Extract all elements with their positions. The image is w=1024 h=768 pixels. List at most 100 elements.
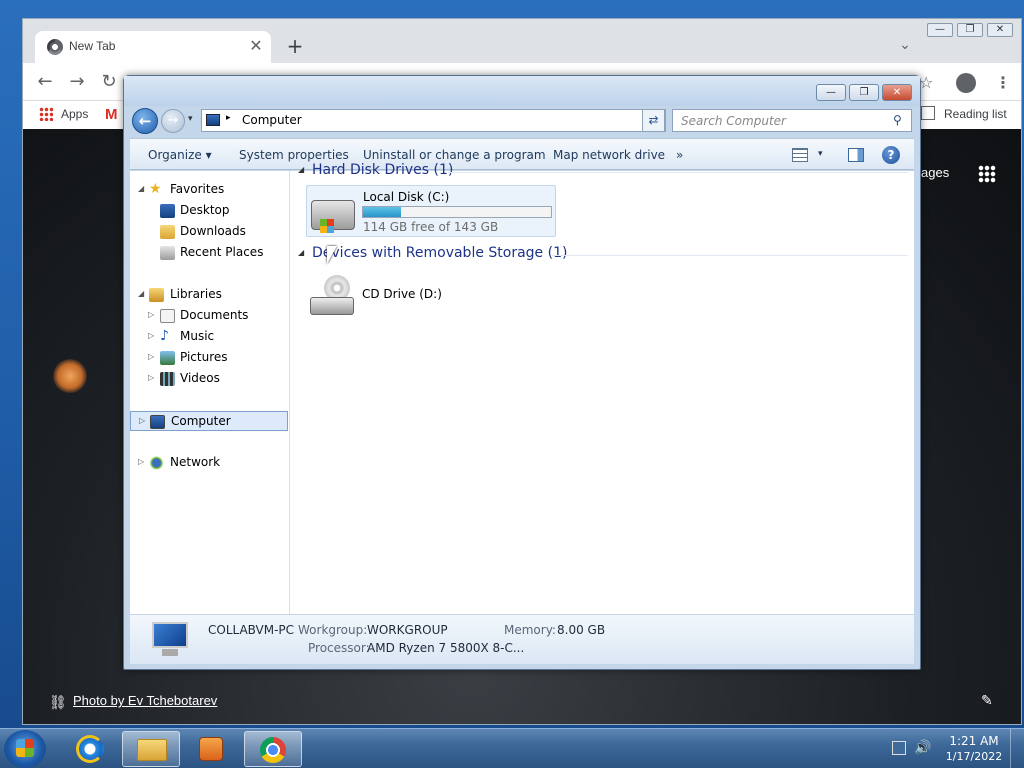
map-network-drive-button[interactable]: Map network drive (553, 148, 665, 162)
search-icon[interactable]: ⚲ (893, 113, 902, 127)
nav-desktop[interactable]: Desktop (130, 201, 288, 221)
nav-downloads[interactable]: Downloads (130, 222, 288, 242)
address-bar[interactable]: ▸ Computer ▾ (201, 109, 666, 132)
nav-pictures[interactable]: ▷ Pictures (130, 348, 288, 368)
search-input[interactable]: Search Computer ⚲ (672, 109, 912, 132)
apps-grid-icon[interactable] (39, 107, 53, 121)
nav-favorites[interactable]: ◢ ★ Favorites (130, 180, 288, 200)
details-pane: COLLABVM-PC Workgroup: WORKGROUP Memory:… (130, 614, 914, 664)
organize-button[interactable]: Organize ▾ (148, 148, 212, 162)
group-header-hard-disk[interactable]: Hard Disk Drives (1) (312, 162, 453, 178)
hard-drive-icon (311, 200, 355, 233)
tab-title: New Tab (69, 39, 116, 53)
nav-computer[interactable]: ▷ Computer (130, 411, 288, 431)
more-commands-button[interactable]: » (676, 148, 683, 162)
reading-list-button[interactable]: Reading list (944, 107, 1007, 121)
collapsed-arrow-icon[interactable]: ▷ (148, 310, 154, 319)
menu-icon[interactable]: ⋮ (995, 73, 1011, 93)
collapsed-arrow-icon[interactable]: ▷ (139, 416, 145, 425)
system-properties-button[interactable]: System properties (239, 148, 349, 162)
media-player-icon (199, 737, 223, 761)
windows-logo-icon (320, 219, 334, 233)
gmail-icon[interactable]: M (105, 106, 118, 123)
explorer-body: ◢ ★ Favorites Desktop Downloads Recent P… (130, 162, 914, 614)
profile-avatar-icon[interactable] (956, 73, 976, 93)
nav-libraries[interactable]: ◢ Libraries (130, 285, 288, 305)
help-icon[interactable]: ? (882, 146, 900, 164)
taskbar-media-player-button[interactable] (183, 731, 241, 767)
desktop-icon (160, 204, 175, 218)
folder-icon (137, 739, 167, 761)
breadcrumb-computer[interactable]: Computer (242, 113, 302, 127)
nav-documents[interactable]: ▷ Documents (130, 306, 288, 326)
command-bar: Organize ▾ System properties Uninstall o… (130, 138, 914, 170)
refresh-button[interactable]: ⇄ (642, 109, 665, 132)
reading-list-icon[interactable] (921, 106, 935, 120)
collapsed-arrow-icon[interactable]: ▷ (148, 331, 154, 340)
group-divider (448, 172, 908, 173)
tab-new-tab[interactable]: New Tab ✕ (35, 31, 271, 63)
forward-arrow-icon[interactable]: → (67, 72, 87, 92)
nav-label: Videos (180, 371, 220, 385)
computer-name: COLLABVM-PC (208, 623, 295, 637)
collapsed-arrow-icon[interactable]: ▷ (138, 457, 144, 466)
link-icon: ⛓ (49, 695, 67, 711)
nav-network[interactable]: ▷ Network (130, 453, 288, 473)
nav-label: Favorites (170, 182, 225, 196)
minimize-button[interactable]: — (816, 84, 846, 101)
expanded-arrow-icon[interactable]: ◢ (138, 184, 144, 193)
address-row: ← → ▾ ▸ Computer ▾ ⇄ Search Computer ⚲ (124, 106, 920, 136)
close-button[interactable]: ✕ (987, 23, 1013, 37)
network-tray-icon[interactable] (892, 741, 906, 755)
restore-button[interactable]: ❐ (957, 23, 983, 37)
clock-date[interactable]: 1/17/2022 (944, 750, 1004, 763)
nav-videos[interactable]: ▷ Videos (130, 369, 288, 389)
reload-icon[interactable]: ↻ (99, 72, 119, 92)
taskbar-explorer-button[interactable] (122, 731, 180, 767)
star-icon[interactable]: ☆ (919, 73, 933, 92)
breadcrumb-arrow-icon[interactable]: ▸ (226, 113, 231, 123)
customize-pencil-icon[interactable]: ✎ (981, 693, 993, 709)
computer-icon (150, 415, 165, 429)
taskbar-chrome-button[interactable] (244, 731, 302, 767)
internet-explorer-icon[interactable] (76, 735, 104, 763)
google-apps-icon[interactable] (978, 165, 996, 183)
explorer-titlebar[interactable]: — ❐ ✕ (124, 76, 920, 106)
clock-time[interactable]: 1:21 AM (944, 734, 1004, 748)
uninstall-program-button[interactable]: Uninstall or change a program (363, 148, 546, 162)
volume-icon[interactable]: 🔊 (914, 740, 931, 756)
nav-recent-places[interactable]: Recent Places (130, 243, 288, 263)
tab-search-icon[interactable]: ⌄ (895, 37, 915, 57)
view-dropdown-icon[interactable]: ▾ (818, 149, 823, 159)
photo-credit-link[interactable]: Photo by Ev Tchebotarev (73, 693, 217, 708)
start-button[interactable] (4, 730, 46, 768)
group-collapse-icon[interactable]: ◢ (298, 165, 304, 174)
change-view-icon[interactable] (792, 148, 808, 162)
back-arrow-icon[interactable]: ← (35, 72, 55, 92)
close-button[interactable]: ✕ (882, 84, 912, 101)
forward-button[interactable]: → (161, 109, 185, 133)
cd-drive-icon[interactable] (310, 275, 354, 317)
minimize-button[interactable]: — (927, 23, 953, 37)
restore-button[interactable]: ❐ (849, 84, 879, 101)
back-button[interactable]: ← (132, 108, 158, 134)
new-tab-button[interactable]: + (285, 36, 305, 57)
drive-local-disk-c[interactable]: Local Disk (C:) 114 GB free of 143 GB (306, 185, 556, 237)
drive-cd-d[interactable]: CD Drive (D:) (362, 287, 442, 301)
show-desktop-button[interactable] (1010, 729, 1024, 768)
preview-pane-icon[interactable] (848, 148, 864, 162)
group-header-removable[interactable]: Devices with Removable Storage (1) (312, 245, 567, 261)
nav-music[interactable]: ▷ ♪ Music (130, 327, 288, 347)
collapsed-arrow-icon[interactable]: ▷ (148, 352, 154, 361)
drive-usage-bar (362, 206, 552, 218)
close-tab-icon[interactable]: ✕ (247, 37, 265, 55)
nav-label: Desktop (180, 203, 230, 217)
expanded-arrow-icon[interactable]: ◢ (138, 289, 144, 298)
group-collapse-icon[interactable]: ◢ (298, 248, 304, 257)
memory-value: 8.00 GB (557, 623, 606, 637)
images-link[interactable]: ages (921, 165, 949, 180)
bookmark-apps[interactable]: Apps (61, 107, 88, 121)
recent-pages-dropdown[interactable]: ▾ (188, 114, 193, 124)
nav-label: Pictures (180, 350, 228, 364)
collapsed-arrow-icon[interactable]: ▷ (148, 373, 154, 382)
